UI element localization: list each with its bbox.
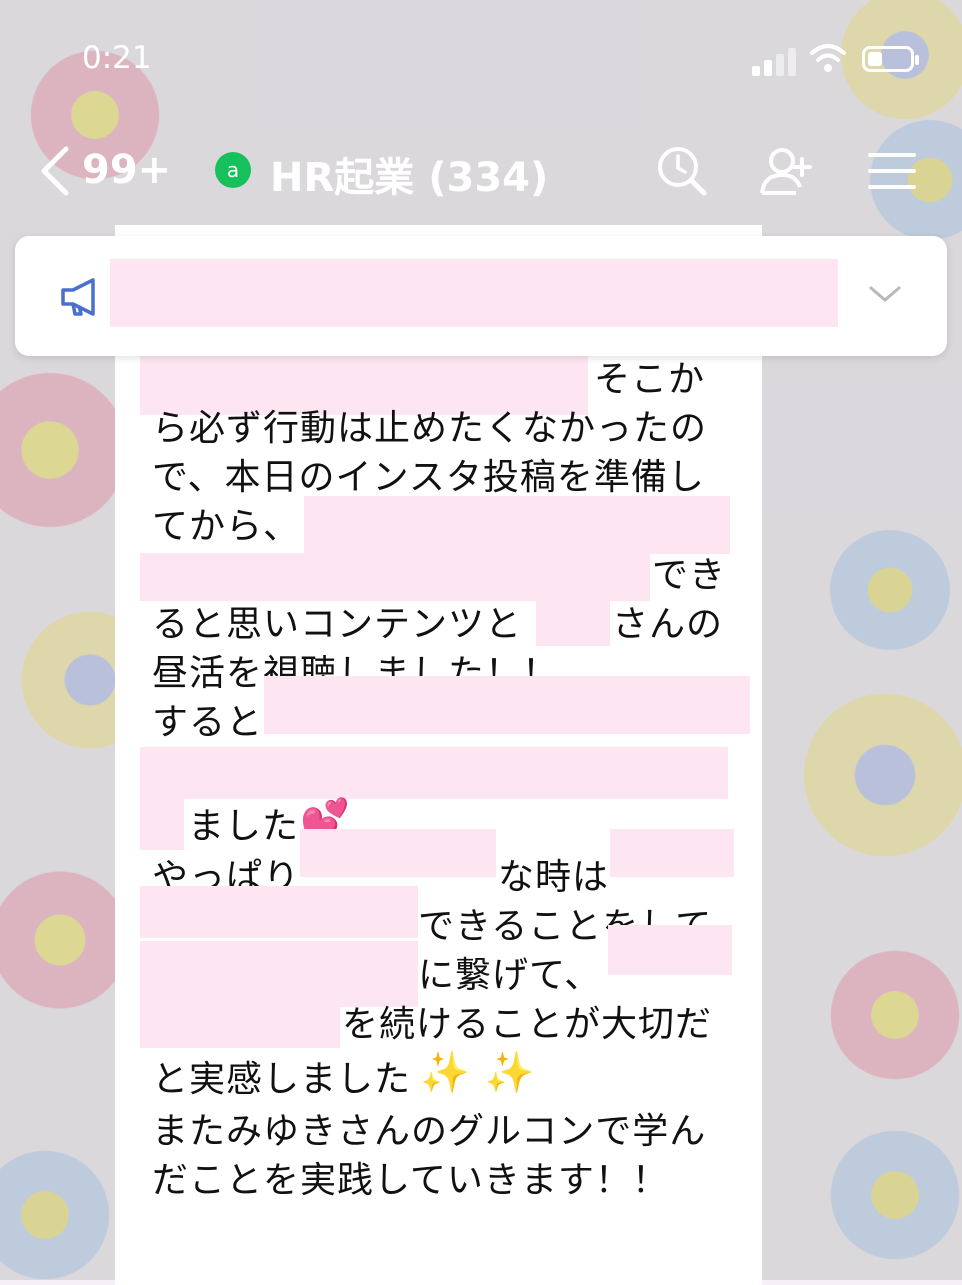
sparkles-emoji: ✨ ✨ xyxy=(420,1050,536,1096)
redacted-text xyxy=(264,676,750,734)
redacted-announcement-text xyxy=(110,259,838,327)
message-line: そこか xyxy=(140,355,752,415)
wifi-icon xyxy=(810,44,846,72)
message-line: またみゆきさんのグルコンで学ん xyxy=(152,1107,752,1156)
message-line-text: を続けることが大切だ xyxy=(342,1004,713,1045)
status-bar: 0:21 xyxy=(0,38,962,88)
status-time: 0:21 xyxy=(82,40,152,76)
chat-title[interactable]: HR起業 (334) xyxy=(270,145,548,203)
battery-level-fill xyxy=(868,52,882,66)
message-line-text: またみゆきさんのグルコンで学ん xyxy=(152,1111,707,1152)
message-line-text: と実感しました xyxy=(152,1059,412,1100)
message-line: と実感しました ✨ ✨ xyxy=(152,1049,752,1107)
message-line: でき xyxy=(140,551,752,601)
redacted-text xyxy=(140,553,650,601)
redacted-text xyxy=(304,496,730,554)
message-line-text: そこか xyxy=(594,359,706,400)
message-line-text: てから、 xyxy=(152,506,301,547)
menu-icon[interactable] xyxy=(862,141,922,201)
redacted-text xyxy=(610,829,734,877)
message-line-text: で、本日のインスタ投稿を準備し xyxy=(152,457,705,498)
message-line: ら必ず行動は止めたくなかったの xyxy=(152,404,752,453)
chat-header: 99+ a HR起業 (334) xyxy=(0,135,962,207)
message-line: すると xyxy=(152,676,752,747)
announcement-banner[interactable] xyxy=(15,236,947,356)
redacted-text xyxy=(140,747,728,799)
message-line-text: すると xyxy=(152,702,264,743)
message-line-text: な時は xyxy=(498,857,610,898)
message-line: ると思いコンテンツと さんの xyxy=(152,598,752,649)
message-line-text: ました xyxy=(188,806,300,847)
message-line-text: でき xyxy=(652,555,727,596)
redacted-text xyxy=(300,829,496,877)
redacted-text xyxy=(536,598,610,646)
megaphone-icon xyxy=(61,278,95,316)
message-line-text: だことを実践していきます！！ xyxy=(152,1160,669,1201)
message-line-text: ると思いコンテンツと xyxy=(152,604,523,645)
redacted-text xyxy=(140,988,340,1048)
add-friend-icon[interactable] xyxy=(756,141,816,201)
message-line: を続けることが大切だ xyxy=(140,988,752,1049)
search-icon[interactable] xyxy=(652,141,712,201)
official-account-icon: a xyxy=(215,152,251,188)
battery-icon xyxy=(862,46,919,72)
redacted-text xyxy=(140,886,418,938)
message-line: で、本日のインスタ投稿を準備し xyxy=(152,453,752,502)
unread-count[interactable]: 99+ xyxy=(82,147,171,193)
chevron-down-icon[interactable] xyxy=(867,280,903,308)
message-line: だことを実践していきます！！ xyxy=(152,1156,752,1205)
back-icon[interactable] xyxy=(36,145,76,197)
message-line: てから、 xyxy=(152,496,752,554)
message-line-text: さんの xyxy=(612,604,724,645)
message-line xyxy=(140,747,752,799)
cellular-signal-icon xyxy=(752,46,798,76)
redacted-text xyxy=(608,925,732,975)
message-text: そこか ら必ず行動は止めたくなかったの で、本日のインスタ投稿を準備し てから、… xyxy=(140,355,752,1205)
message-line-text: に繋げて、 xyxy=(418,955,602,996)
message-line-text: ら必ず行動は止めたくなかったの xyxy=(152,408,708,449)
redacted-text xyxy=(140,794,184,850)
